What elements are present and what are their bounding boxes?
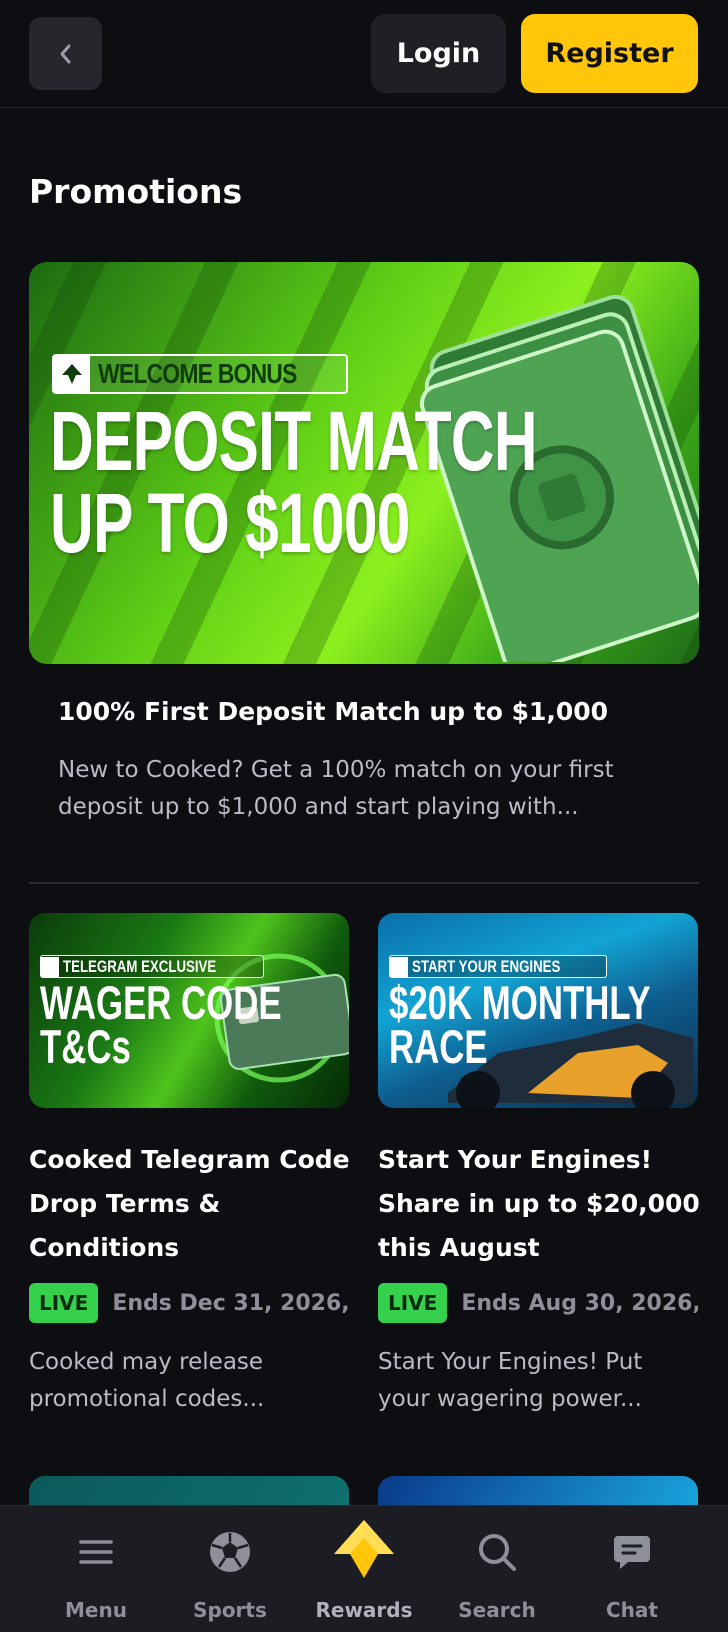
- banner-headline-line2: UP TO $1000: [50, 476, 410, 570]
- start-your-engines-badge: START YOUR ENGINES: [389, 955, 608, 978]
- chevron-left-icon: [60, 44, 70, 63]
- promo-image-badge-text: START YOUR ENGINES: [412, 956, 561, 976]
- nav-label: Search: [458, 1598, 536, 1622]
- top-header: Login Register: [0, 0, 728, 108]
- promo-image-headline-line1: $20K MONTHLY: [389, 976, 651, 1029]
- nav-label: Chat: [606, 1598, 658, 1622]
- promo-status-row: LIVE Ends Dec 31, 2026,: [29, 1283, 349, 1323]
- live-badge: LIVE: [29, 1283, 99, 1323]
- cooked-logo-icon: [390, 956, 408, 977]
- nav-sports[interactable]: Sports: [170, 1506, 290, 1632]
- promo-image-headline: WAGER CODE T&Cs: [40, 976, 282, 1073]
- promo-image-headline-line1: WAGER CODE: [40, 976, 282, 1029]
- nav-label: Menu: [65, 1598, 127, 1622]
- nav-chat[interactable]: Chat: [572, 1506, 692, 1632]
- register-button[interactable]: Register: [521, 14, 698, 93]
- live-badge: LIVE: [378, 1283, 448, 1323]
- search-icon: [473, 1528, 521, 1576]
- soccer-ball-icon: [206, 1528, 254, 1576]
- welcome-bonus-banner[interactable]: WELCOME BONUS DEPOSIT MATCH UP TO $1000: [29, 262, 699, 664]
- nav-menu[interactable]: Menu: [36, 1506, 156, 1632]
- hamburger-menu-icon: [72, 1528, 120, 1576]
- banner-headline: DEPOSIT MATCH UP TO $1000: [50, 394, 538, 570]
- promo-description: Start Your Engines! Put your wagering po…: [378, 1349, 643, 1412]
- promo-status-row: LIVE Ends Aug 30, 2026,: [378, 1283, 698, 1323]
- hero-promo-description: New to Cooked? Get a 100% match on your …: [58, 757, 614, 820]
- telegram-exclusive-badge: TELEGRAM EXCLUSIVE: [40, 955, 265, 978]
- hero-promo-title[interactable]: 100% First Deposit Match up to $1,000: [58, 697, 608, 726]
- chat-bubble-icon: [608, 1528, 656, 1576]
- telegram-promo-image[interactable]: TELEGRAM EXCLUSIVE WAGER CODE T&Cs: [29, 913, 349, 1108]
- bottom-navigation: Menu Sports Rewards Search Chat: [0, 1505, 728, 1632]
- promo-image-headline-line2: RACE: [389, 1020, 488, 1073]
- banner-headline-line1: DEPOSIT MATCH: [50, 394, 538, 488]
- section-divider: [29, 882, 699, 884]
- page-title: Promotions: [29, 172, 243, 211]
- promo-image-badge-text: TELEGRAM EXCLUSIVE: [63, 956, 217, 976]
- promo-title[interactable]: Start Your Engines! Share in up to $20,0…: [378, 1138, 708, 1270]
- back-button[interactable]: [29, 17, 102, 90]
- promo-image-headline: $20K MONTHLY RACE: [389, 976, 651, 1073]
- nav-label: Rewards: [315, 1598, 413, 1622]
- nav-label: Sports: [193, 1598, 267, 1622]
- banner-badge-text: WELCOME BONUS: [98, 358, 297, 389]
- promo-end-date: Ends Aug 30, 2026,: [461, 1290, 698, 1316]
- rewards-crown-icon: [329, 1516, 399, 1582]
- promo-description: Cooked may release promotional codes...: [29, 1349, 265, 1412]
- cooked-logo-icon: [41, 956, 59, 977]
- cooked-logo-icon: [54, 356, 90, 392]
- promo-end-date: Ends Dec 31, 2026,: [112, 1290, 349, 1316]
- welcome-bonus-badge: WELCOME BONUS: [52, 354, 349, 394]
- engines-race-promo-image[interactable]: START YOUR ENGINES $20K MONTHLY RACE: [378, 913, 698, 1108]
- promo-title[interactable]: Cooked Telegram Code Drop Terms & Condit…: [29, 1138, 359, 1270]
- nav-rewards[interactable]: Rewards: [304, 1506, 424, 1632]
- login-button[interactable]: Login: [371, 14, 506, 93]
- promo-image-headline-line2: T&Cs: [40, 1020, 131, 1073]
- nav-search[interactable]: Search: [437, 1506, 557, 1632]
